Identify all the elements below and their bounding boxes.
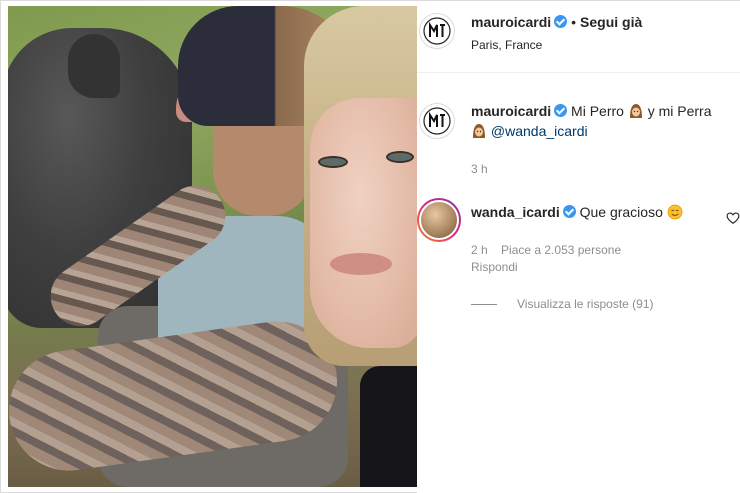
photo-lips	[330, 253, 392, 275]
view-replies-line	[471, 303, 497, 305]
header-username[interactable]: mauroicardi	[471, 14, 551, 30]
comment-body: wanda_icardi Que gracioso	[471, 204, 721, 220]
header-separator: •	[571, 14, 577, 30]
caption-mention-link[interactable]: @wanda_icardi	[491, 123, 588, 139]
girl-emoji-icon	[629, 104, 642, 118]
verified-badge-icon	[554, 104, 568, 117]
view-replies-button[interactable]: Visualizza le risposte (91)	[471, 297, 654, 311]
comment-username[interactable]: wanda_icardi	[471, 204, 560, 220]
view-replies-label: Visualizza le risposte (91)	[517, 297, 654, 311]
post-header: mauroicardi • Segui già Paris, France	[417, 1, 740, 73]
header-line: mauroicardi • Segui già	[471, 14, 642, 32]
verified-badge-icon	[554, 15, 568, 28]
smiling-face-emoji-icon	[667, 204, 683, 220]
verified-badge-icon	[562, 205, 576, 218]
photo-eye-right	[386, 151, 414, 163]
caption-text-part1: Mi Perro	[571, 103, 624, 119]
comment-timestamp[interactable]: 2 h	[471, 243, 488, 257]
comment-likes[interactable]: Piace a 2.053 persone	[501, 243, 621, 257]
mi-logo-icon	[423, 17, 451, 45]
reply-button[interactable]: Rispondi	[471, 260, 518, 274]
photo-eye-left	[318, 156, 348, 168]
photo-woman-top	[360, 366, 417, 487]
post-side-panel: mauroicardi • Segui già Paris, France maur…	[417, 1, 740, 493]
caption-text-part2: y mi Perra	[647, 103, 712, 119]
comment-avatar-image	[419, 200, 459, 240]
heart-outline-icon[interactable]	[726, 211, 740, 225]
photo-dog-ear	[68, 34, 120, 98]
instagram-post-frame: mauroicardi • Segui già Paris, France maur…	[0, 0, 740, 493]
mi-logo-icon	[423, 107, 451, 135]
comment-author-avatar[interactable]	[417, 198, 461, 242]
author-avatar[interactable]	[419, 13, 455, 49]
girl-emoji-icon	[473, 124, 485, 138]
caption-username[interactable]: mauroicardi	[471, 103, 551, 119]
comment-meta: 2 h Piace a 2.053 persone	[471, 243, 631, 257]
post-location[interactable]: Paris, France	[471, 38, 542, 52]
post-caption: mauroicardi Mi Perro y mi Perra @wanda_i…	[471, 101, 731, 141]
caption-author-avatar[interactable]	[419, 103, 455, 139]
photo-woman-face	[310, 98, 417, 348]
post-photo[interactable]	[8, 6, 417, 487]
caption-timestamp[interactable]: 3 h	[471, 162, 488, 176]
following-button[interactable]: Segui già	[580, 14, 642, 30]
comment-text: Que gracioso	[579, 204, 663, 220]
